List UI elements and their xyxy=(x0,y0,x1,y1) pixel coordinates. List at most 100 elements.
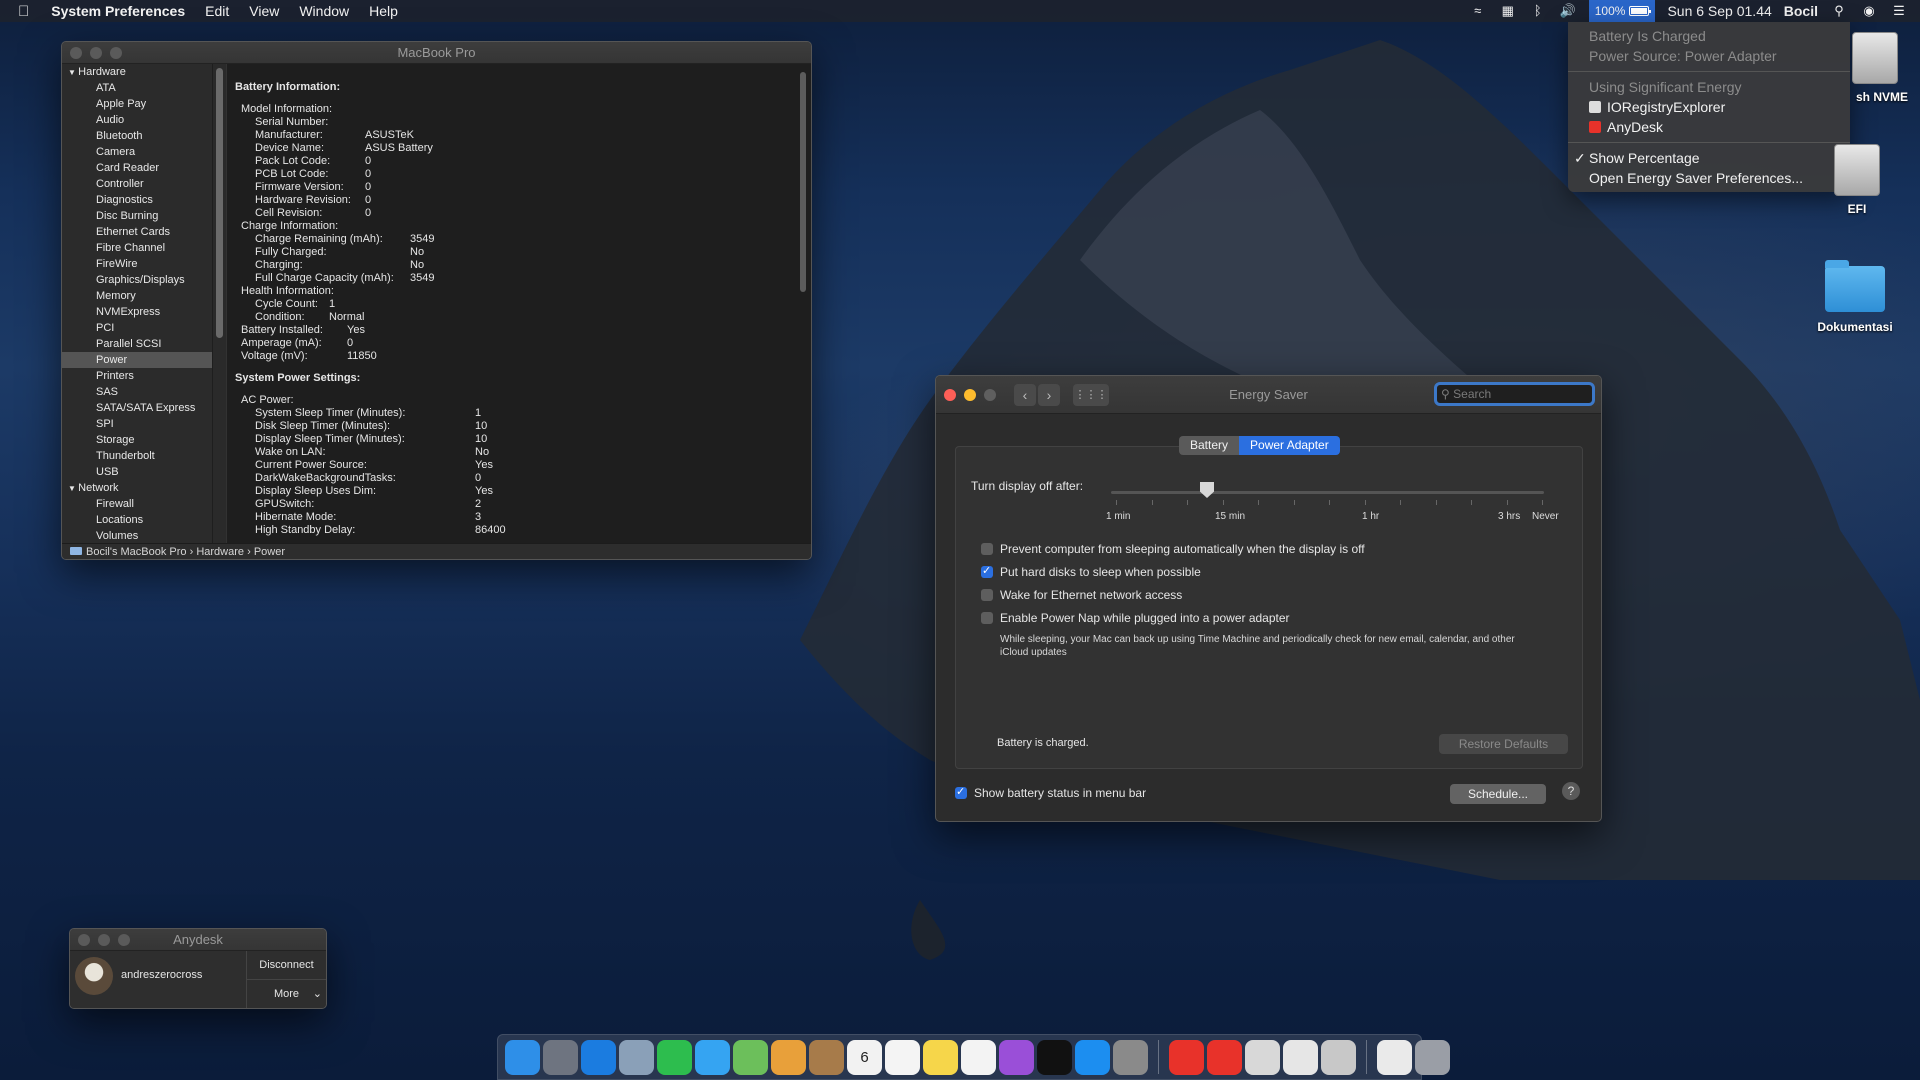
disclosure-triangle-icon[interactable]: ▼ xyxy=(68,484,78,493)
tab-power-adapter[interactable]: Power Adapter xyxy=(1239,436,1340,455)
facetime-icon[interactable] xyxy=(657,1039,692,1075)
path-item-power[interactable]: Power xyxy=(254,546,285,558)
tab-battery[interactable]: Battery xyxy=(1179,436,1240,455)
sidebar-item[interactable]: Volumes xyxy=(62,528,212,543)
messages-icon[interactable] xyxy=(695,1039,730,1075)
desktop-icon-nvme[interactable]: sh NVME xyxy=(1808,32,1920,104)
window-titlebar[interactable]: ‹ › ⋮⋮⋮ Energy Saver ⚲ Search xyxy=(936,376,1601,414)
sidebar-item[interactable]: Diagnostics xyxy=(62,192,212,208)
anydesk-icon[interactable] xyxy=(1169,1039,1204,1075)
sidebar-item[interactable]: Apple Pay xyxy=(62,96,212,112)
option-disk-sleep[interactable]: Put hard disks to sleep when possible xyxy=(981,564,1201,580)
sidebar-item[interactable]: Fibre Channel xyxy=(62,240,212,256)
sidebar-item[interactable]: NVMExpress xyxy=(62,304,212,320)
sidebar-item[interactable]: USB xyxy=(62,464,212,480)
apple-menu-icon[interactable]:  xyxy=(18,3,29,20)
checkbox[interactable] xyxy=(955,785,967,799)
desktop-icon-efi[interactable]: EFI xyxy=(1802,144,1912,216)
menu-clock[interactable]: Sun 6 Sep 01.44 xyxy=(1667,3,1771,19)
close-button[interactable] xyxy=(78,934,90,946)
sidebar-item[interactable]: Audio xyxy=(62,112,212,128)
script-editor-icon[interactable] xyxy=(1245,1039,1280,1075)
calendar-icon[interactable]: 6 xyxy=(847,1039,882,1075)
minimize-button[interactable] xyxy=(98,934,110,946)
minimize-button[interactable] xyxy=(964,389,976,401)
sidebar-item[interactable]: Firewall xyxy=(62,496,212,512)
finder-icon[interactable] xyxy=(505,1039,540,1075)
checkbox[interactable] xyxy=(981,589,993,601)
menu-view[interactable]: View xyxy=(249,3,279,19)
zoom-button[interactable] xyxy=(984,389,996,401)
disconnect-button[interactable]: Disconnect xyxy=(247,951,326,980)
sidebar-item[interactable]: Controller xyxy=(62,176,212,192)
minimize-button[interactable] xyxy=(90,47,102,59)
more-button[interactable]: More ⌄ xyxy=(247,980,326,1008)
sidebar-item[interactable]: Graphics/Displays xyxy=(62,272,212,288)
safari-icon[interactable] xyxy=(581,1039,616,1075)
sidebar-item[interactable]: FireWire xyxy=(62,256,212,272)
textedit-icon[interactable] xyxy=(1283,1039,1318,1075)
schedule-button[interactable]: Schedule... xyxy=(1450,784,1546,804)
sidebar-item[interactable]: Thunderbolt xyxy=(62,448,212,464)
menu-user[interactable]: Bocil xyxy=(1784,3,1818,19)
path-item-hardware[interactable]: Hardware xyxy=(196,546,244,558)
path-item-computer[interactable]: Bocil's MacBook Pro xyxy=(86,546,187,558)
sidebar-item[interactable]: SATA/SATA Express xyxy=(62,400,212,416)
option-show-battery-status[interactable]: Show battery status in menu bar xyxy=(955,785,1146,801)
zoom-button[interactable] xyxy=(110,47,122,59)
sidebar-item[interactable]: Ethernet Cards xyxy=(62,224,212,240)
volume-icon[interactable]: 🔊 xyxy=(1559,4,1577,18)
disclosure-triangle-icon[interactable]: ▼ xyxy=(68,68,78,77)
show-all-button[interactable]: ⋮⋮⋮ xyxy=(1073,384,1109,406)
menu-item-anydesk[interactable]: AnyDesk xyxy=(1568,117,1850,137)
menu-help[interactable]: Help xyxy=(369,3,398,19)
help-button[interactable]: ? xyxy=(1562,782,1580,800)
photos-icon[interactable] xyxy=(771,1039,806,1075)
notification-center-icon[interactable]: ☰ xyxy=(1890,4,1908,18)
sidebar-item[interactable]: Storage xyxy=(62,432,212,448)
trash-icon[interactable] xyxy=(1415,1039,1450,1075)
activity-monitor-icon[interactable]: ▦ xyxy=(1499,4,1517,18)
close-button[interactable] xyxy=(70,47,82,59)
battery-menu-extra[interactable]: 100% xyxy=(1588,0,1656,22)
launchpad-icon[interactable] xyxy=(543,1039,578,1075)
scrollbar-thumb[interactable] xyxy=(800,72,806,292)
close-button[interactable] xyxy=(944,389,956,401)
sidebar-item[interactable]: ATA xyxy=(62,80,212,96)
option-wake-ethernet[interactable]: Wake for Ethernet network access xyxy=(981,587,1182,603)
sidebar-item[interactable]: PCI xyxy=(62,320,212,336)
app-menu[interactable]: System Preferences xyxy=(51,3,185,19)
sidebar-item[interactable]: Camera xyxy=(62,144,212,160)
siri-icon[interactable]: ◉ xyxy=(1860,4,1878,18)
spotlight-search-icon[interactable]: ⚲ xyxy=(1830,4,1848,18)
sidebar-item[interactable]: Memory xyxy=(62,288,212,304)
search-field[interactable]: ⚲ Search xyxy=(1434,382,1595,406)
checkbox[interactable] xyxy=(981,612,993,624)
sidebar-item[interactable]: Locations xyxy=(62,512,212,528)
ioregistry-icon[interactable] xyxy=(1321,1039,1356,1075)
zoom-button[interactable] xyxy=(118,934,130,946)
menu-window[interactable]: Window xyxy=(299,3,349,19)
system-preferences-icon[interactable] xyxy=(1113,1039,1148,1075)
sidebar-group[interactable]: ▼ Network xyxy=(62,480,212,496)
wifi-icon[interactable]: ≈ xyxy=(1469,4,1487,18)
content-scrollbar[interactable] xyxy=(795,64,811,543)
window-titlebar[interactable]: MacBook Pro xyxy=(62,42,811,64)
sidebar-item[interactable]: SPI xyxy=(62,416,212,432)
sidebar-item[interactable]: Disc Burning xyxy=(62,208,212,224)
podcasts-icon[interactable] xyxy=(999,1039,1034,1075)
sidebar-item[interactable]: Power xyxy=(62,352,212,368)
sidebar-group[interactable]: ▼ Hardware xyxy=(62,64,212,80)
window-titlebar[interactable]: Anydesk xyxy=(70,929,326,951)
checkbox[interactable] xyxy=(981,564,993,578)
anydesk-alt-icon[interactable] xyxy=(1207,1039,1242,1075)
sidebar-item[interactable]: Parallel SCSI xyxy=(62,336,212,352)
contacts-icon[interactable] xyxy=(809,1039,844,1075)
menu-edit[interactable]: Edit xyxy=(205,3,229,19)
bluetooth-icon[interactable]: ᛒ xyxy=(1529,4,1547,18)
tv-icon[interactable] xyxy=(1037,1039,1072,1075)
option-power-nap[interactable]: Enable Power Nap while plugged into a po… xyxy=(981,610,1290,626)
option-prevent-sleep[interactable]: Prevent computer from sleeping automatic… xyxy=(981,541,1365,557)
forward-button[interactable]: › xyxy=(1038,384,1060,406)
sidebar-item[interactable]: Printers xyxy=(62,368,212,384)
